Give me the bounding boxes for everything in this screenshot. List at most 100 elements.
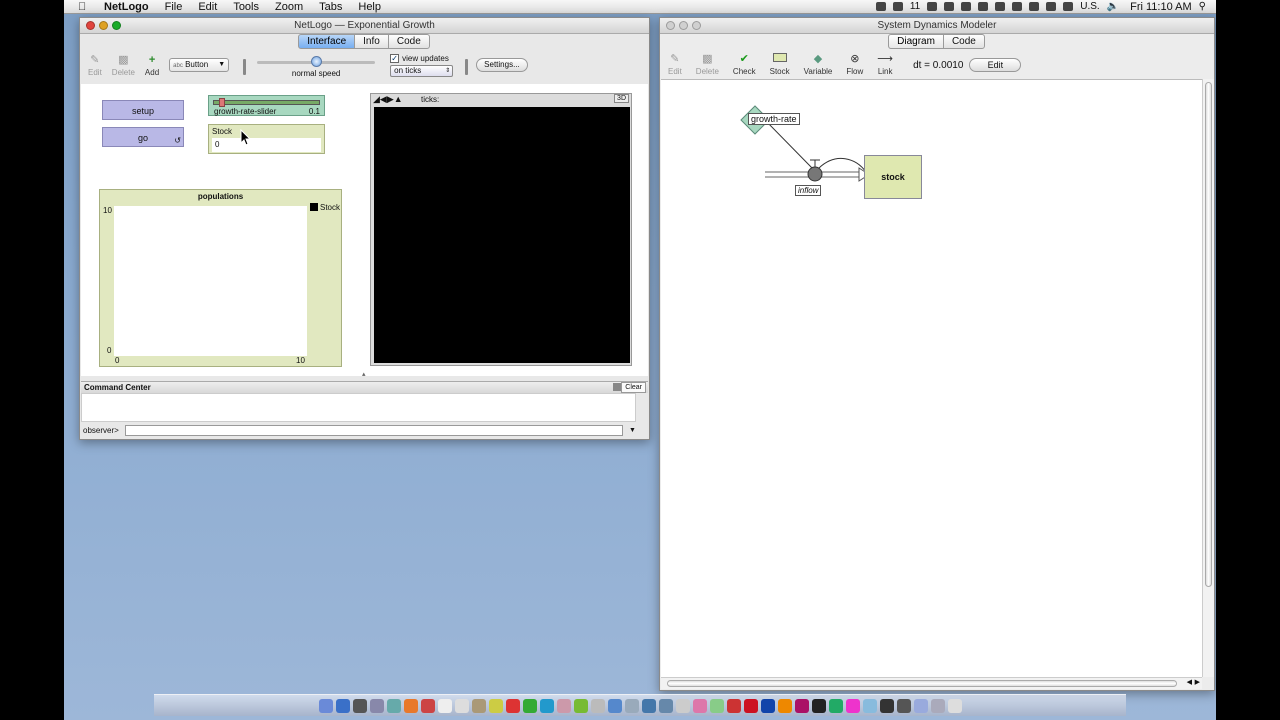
speed-slider[interactable]: normal speed [256,56,376,78]
stock-box[interactable]: stock [864,155,922,199]
go-button[interactable]: go ↺ [102,127,184,147]
menu-help[interactable]: Help [350,1,389,13]
delete-widget-button[interactable]: ▩ Delete [112,54,135,77]
tab-sdm-code[interactable]: Code [942,34,985,49]
close-window-icon[interactable] [86,21,95,30]
input-source[interactable]: U.S. [1080,1,1099,12]
setup-button[interactable]: setup [102,100,184,120]
zoom-window-icon[interactable] [112,21,121,30]
splitter-handle-icon[interactable]: ▴ [362,370,366,378]
box-icon[interactable] [961,2,972,11]
tab-info[interactable]: Info [354,34,389,49]
slider-thumb[interactable] [219,98,225,107]
photos-icon[interactable] [692,698,707,713]
downloads-stack-icon[interactable] [913,698,928,713]
growth-rate-slider[interactable]: growth-rate-slider 0.1 [208,95,325,116]
finder-icon[interactable] [318,698,333,713]
itunes-icon[interactable] [505,698,520,713]
netlogo-titlebar[interactable]: NetLogo — Exponential Growth [80,18,649,34]
sync-icon[interactable] [927,2,938,11]
settings-button[interactable]: Settings... [476,58,528,72]
minimize-window-icon[interactable] [99,21,108,30]
mission-control-icon[interactable] [352,698,367,713]
history-dropdown-icon[interactable]: ▼ [629,424,636,437]
documents-stack-icon[interactable] [930,698,945,713]
menu-zoom[interactable]: Zoom [267,1,311,13]
horizontal-scroll-thumb[interactable] [667,680,1177,687]
screen-record-icon[interactable] [875,2,886,11]
notes-icon[interactable] [437,698,452,713]
flow-tool-button[interactable]: ⊗ Flow [846,53,863,76]
acrobat-pro-icon[interactable] [743,698,758,713]
speed-knob[interactable] [311,56,323,67]
illustrator-icon[interactable] [777,698,792,713]
diagram-canvas[interactable]: growth-rate inflow stock [661,79,1202,677]
facetime-icon[interactable] [522,698,537,713]
edit-widget-button[interactable]: ✎ Edit [88,54,102,77]
view-updates-checkbox[interactable]: ✓ view updates [390,54,453,63]
skype-icon[interactable] [539,698,554,713]
activity-monitor-icon[interactable] [675,698,690,713]
menu-file[interactable]: File [157,1,191,13]
vertical-scrollbar[interactable] [1202,79,1214,677]
spotlight-icon[interactable]: ⚲ [1199,1,1206,12]
slider-track[interactable] [213,100,320,105]
variable-tool-button[interactable]: ◆ Variable [804,53,833,76]
update-mode-select[interactable]: on ticks ⇕ [390,65,454,77]
view-controls-icon[interactable]: ◢◀▶▲ [373,94,403,105]
numbers-icon[interactable] [709,698,724,713]
menu-tabs[interactable]: Tabs [311,1,350,13]
minimize-window-icon[interactable] [679,21,688,30]
widget-type-select[interactable]: abc Button ▼ [169,58,230,72]
photoshop-icon[interactable] [760,698,775,713]
firefox-icon[interactable] [403,698,418,713]
eject-icon[interactable] [995,2,1006,11]
vertical-scroll-thumb[interactable] [1205,82,1212,587]
link-tool-button[interactable]: ⟶ Link [877,53,893,76]
bluetooth-icon[interactable] [1029,2,1040,11]
adobe-icon[interactable] [892,2,903,11]
flow-inflow-label[interactable]: inflow [795,185,822,196]
contacts-icon[interactable] [471,698,486,713]
speed-track[interactable] [257,56,376,67]
tab-code[interactable]: Code [387,34,430,49]
stickies-icon[interactable] [488,698,503,713]
evernote-icon[interactable] [944,2,955,11]
menu-tools[interactable]: Tools [225,1,267,13]
wifi-icon[interactable] [1046,2,1057,11]
sdm-edit-button[interactable]: ✎ Edit [668,53,682,76]
dt-edit-button[interactable]: Edit [969,58,1022,72]
command-input[interactable] [125,425,623,436]
textedit-icon[interactable] [624,698,639,713]
variable-growth-rate[interactable]: growth-rate [748,113,800,125]
misc-app-icon[interactable] [845,698,860,713]
trash-dock-icon[interactable] [947,698,962,713]
tab-diagram[interactable]: Diagram [888,34,944,49]
apple-menu-icon[interactable]:  [78,1,96,13]
app-store-icon[interactable] [369,698,384,713]
dropbox-icon[interactable] [978,2,989,11]
zoom-window-icon[interactable] [692,21,701,30]
preview-icon[interactable] [556,698,571,713]
scroll-right-icon[interactable]: ▶ [1195,678,1200,686]
chrome-icon[interactable] [420,698,435,713]
script-editor-icon[interactable] [879,698,894,713]
scroll-left-icon[interactable]: ◀ [1187,678,1192,686]
view-3d-button[interactable]: 3D [614,94,629,103]
netlogo-dock-icon[interactable] [828,698,843,713]
battery-icon[interactable] [1063,2,1074,11]
menu-clock[interactable]: Fri 11:10 AM [1130,1,1192,13]
time-machine-icon[interactable] [1012,2,1023,11]
horizontal-scrollbar[interactable]: ◀ ▶ [661,677,1202,689]
tab-interface[interactable]: Interface [298,34,356,49]
safari-icon[interactable] [386,698,401,713]
link-line[interactable] [764,119,815,171]
volume-icon[interactable]: 🔈 [1107,1,1119,12]
sdm-titlebar[interactable]: System Dynamics Modeler [660,18,1214,34]
world-canvas[interactable] [374,107,630,363]
stock-tool-button[interactable]: Stock [770,53,790,76]
sdm-delete-button[interactable]: ▩ Delete [696,53,719,76]
acrobat-icon[interactable] [726,698,741,713]
mail-icon[interactable] [590,698,605,713]
check-button[interactable]: ✔ Check [733,53,756,76]
